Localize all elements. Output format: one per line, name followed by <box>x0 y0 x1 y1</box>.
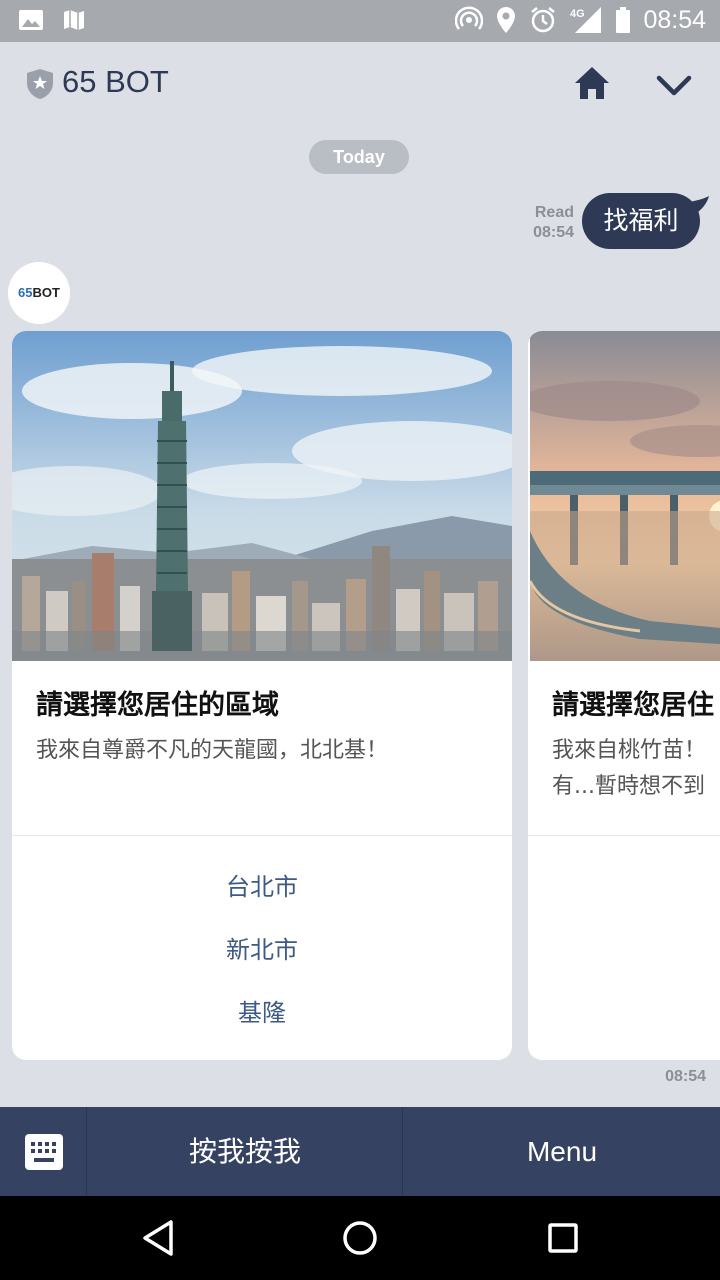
map-icon <box>64 10 84 30</box>
card-description-line2: 有...暫時想不到 <box>552 774 705 799</box>
home-nav-button[interactable] <box>338 1216 382 1260</box>
card-divider <box>12 835 512 836</box>
card-divider <box>528 835 720 836</box>
action-keelung[interactable]: 基隆 <box>12 993 512 1028</box>
back-triangle-icon <box>143 1220 173 1256</box>
back-button[interactable] <box>137 1216 181 1260</box>
recents-square-icon <box>548 1223 578 1253</box>
home-icon <box>575 67 609 99</box>
carousel-card: 請選擇您居住的區域 我來自尊爵不凡的天龍國，北北基！ 台北市 新北市 基隆 <box>12 331 512 1060</box>
read-receipt: Read 08:54 <box>533 203 574 243</box>
action-new-taipei-city[interactable]: 新北市 <box>12 930 512 965</box>
chat-header: 65 BOT <box>0 42 720 128</box>
home-circle-icon <box>343 1221 377 1255</box>
recents-button[interactable] <box>541 1216 585 1260</box>
avatar-text-65: 65 <box>18 285 33 300</box>
rich-menu-press-me-button[interactable]: 按我按我 <box>88 1107 403 1196</box>
chevron-down-icon <box>656 75 692 96</box>
bubble-tail <box>680 196 709 215</box>
image-icon <box>19 10 43 30</box>
chat-title: 65 BOT <box>62 64 169 99</box>
card-description: 我來自尊爵不凡的天龍國，北北基！ <box>36 738 389 763</box>
hotspot-icon <box>455 6 484 30</box>
read-label: Read <box>534 204 574 221</box>
sunset-bridge-image <box>530 331 720 661</box>
keyboard-icon <box>25 1134 63 1170</box>
signal-icon: 4G <box>570 7 602 33</box>
status-time: 08:54 <box>643 5 706 34</box>
network-label: 4G <box>570 8 585 20</box>
shield-star-icon <box>27 69 53 99</box>
rich-menu-menu-button[interactable]: Menu <box>404 1107 720 1196</box>
card-description-line1: 我來自桃竹苗！ <box>552 738 707 763</box>
message-time: 08:54 <box>665 1068 706 1085</box>
card-title: 請選擇您居住的區域 <box>36 690 279 721</box>
status-bar: 4G 08:54 <box>0 0 720 42</box>
date-separator: Today <box>309 140 409 174</box>
battery-icon <box>616 7 631 33</box>
action-taipei-city[interactable]: 台北市 <box>12 867 512 902</box>
avatar-text-bot: BOT <box>32 285 60 300</box>
card-title: 請選擇您居住 <box>552 690 714 721</box>
alarm-icon <box>531 7 556 33</box>
read-time: 08:54 <box>533 224 574 241</box>
home-button[interactable] <box>572 64 612 104</box>
location-icon <box>497 7 516 33</box>
android-navigation-bar <box>0 1196 720 1280</box>
taipei-skyline-image <box>12 331 512 661</box>
rich-menu-bar: 按我按我 Menu <box>0 1107 720 1196</box>
collapse-button[interactable] <box>654 68 694 104</box>
keyboard-toggle-button[interactable] <box>0 1107 87 1196</box>
bot-avatar[interactable]: 65BOT <box>8 262 70 324</box>
carousel-card: 請選擇您居住 我來自桃竹苗！ 有...暫時想不到 <box>528 331 720 1060</box>
